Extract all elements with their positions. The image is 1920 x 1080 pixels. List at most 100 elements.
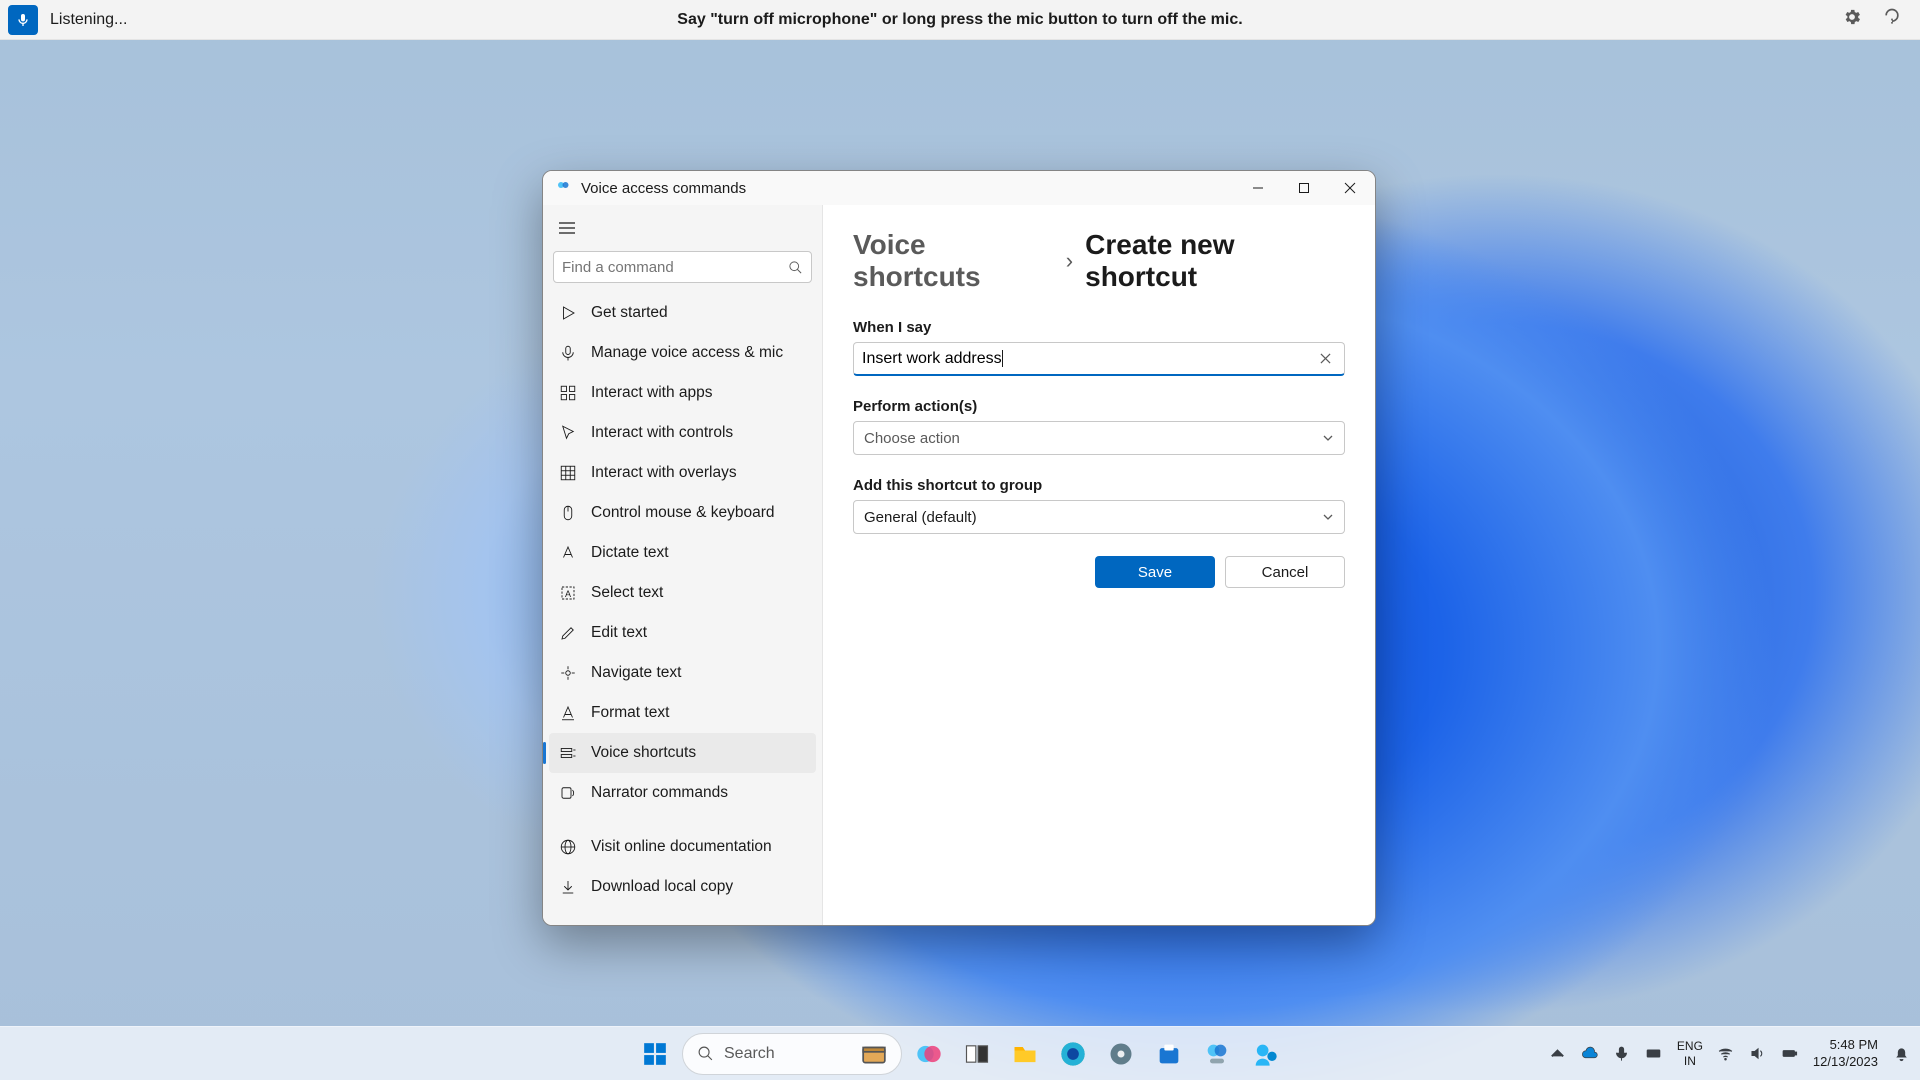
taskbar-store[interactable] <box>1148 1033 1190 1075</box>
tray-battery[interactable] <box>1781 1045 1799 1063</box>
tray-onedrive[interactable] <box>1581 1045 1599 1063</box>
taskbar-feedback[interactable] <box>1244 1033 1286 1075</box>
lang-secondary: IN <box>1677 1054 1703 1068</box>
tray-overflow[interactable] <box>1549 1045 1567 1063</box>
tray-volume[interactable] <box>1749 1045 1767 1063</box>
chevron-down-icon <box>1322 432 1334 444</box>
nav-label: Visit online documentation <box>591 838 772 856</box>
nav-interact-apps[interactable]: Interact with apps <box>549 373 816 413</box>
keyboard-icon <box>1645 1045 1662 1062</box>
group-select[interactable]: General (default) <box>853 500 1345 534</box>
group-value: General (default) <box>864 509 977 526</box>
cancel-button[interactable]: Cancel <box>1225 556 1345 588</box>
nav-download-copy[interactable]: Download local copy <box>549 867 816 907</box>
taskbar: Search ENG IN 5:48 PM <box>0 1026 1920 1080</box>
mic-icon <box>15 12 31 28</box>
search-icon <box>697 1045 714 1062</box>
nav-label: Get started <box>591 304 668 322</box>
taskbar-task-view[interactable] <box>956 1033 998 1075</box>
gear-icon <box>1107 1040 1135 1068</box>
group-label: Add this shortcut to group <box>853 477 1345 494</box>
nav-narrator-commands[interactable]: Narrator commands <box>549 773 816 813</box>
nav-label: Interact with overlays <box>591 464 737 482</box>
taskbar-settings[interactable] <box>1100 1033 1142 1075</box>
search-highlight-icon <box>861 1041 887 1067</box>
taskbar-explorer[interactable] <box>1004 1033 1046 1075</box>
nav-online-docs[interactable]: Visit online documentation <box>549 827 816 867</box>
copilot-icon <box>915 1040 943 1068</box>
taskbar-voice-access[interactable] <box>1196 1033 1238 1075</box>
nav-navigate-text[interactable]: Navigate text <box>549 653 816 693</box>
search-icon <box>788 260 803 275</box>
chevron-down-icon <box>1322 511 1334 523</box>
close-icon <box>1320 353 1331 364</box>
grid-icon <box>559 464 577 482</box>
clock-date: 12/13/2023 <box>1813 1054 1878 1070</box>
sidebar: Get started Manage voice access & mic In… <box>543 205 823 925</box>
format-icon <box>559 704 577 722</box>
titlebar[interactable]: Voice access commands <box>543 171 1375 205</box>
window-title: Voice access commands <box>581 180 746 197</box>
choose-action-placeholder: Choose action <box>864 430 960 447</box>
breadcrumb-link[interactable]: Voice shortcuts <box>853 229 1054 293</box>
nav-label: Narrator commands <box>591 784 728 802</box>
nav-voice-shortcuts[interactable]: Voice shortcuts <box>549 733 816 773</box>
save-button[interactable]: Save <box>1095 556 1215 588</box>
bell-icon <box>1893 1045 1910 1062</box>
nav-label: Navigate text <box>591 664 681 682</box>
command-search-input[interactable] <box>562 259 788 276</box>
taskbar-copilot[interactable] <box>908 1033 950 1075</box>
tray-clock[interactable]: 5:48 PM 12/13/2023 <box>1813 1037 1878 1070</box>
mic-toggle-button[interactable] <box>8 5 38 35</box>
voice-access-icon <box>1203 1040 1231 1068</box>
when-i-say-field[interactable]: Insert work address <box>853 342 1345 376</box>
close-icon <box>1344 182 1356 194</box>
shortcuts-icon <box>559 744 577 762</box>
mic-icon <box>1613 1045 1630 1062</box>
taskbar-search-placeholder: Search <box>724 1045 775 1063</box>
tray-wifi[interactable] <box>1717 1045 1735 1063</box>
mouse-icon <box>559 504 577 522</box>
mic-icon <box>559 344 577 362</box>
nav-dictate-text[interactable]: Dictate text <box>549 533 816 573</box>
cloud-icon <box>1581 1045 1598 1062</box>
choose-action-select[interactable]: Choose action <box>853 421 1345 455</box>
nav-mouse-keyboard[interactable]: Control mouse & keyboard <box>549 493 816 533</box>
nav-get-started[interactable]: Get started <box>549 293 816 333</box>
voice-settings-button[interactable] <box>1842 7 1862 32</box>
nav-select-text[interactable]: A Select text <box>549 573 816 613</box>
nav-manage-mic[interactable]: Manage voice access & mic <box>549 333 816 373</box>
hamburger-icon <box>559 222 575 234</box>
taskbar-edge[interactable] <box>1052 1033 1094 1075</box>
download-icon <box>559 878 577 896</box>
lang-primary: ENG <box>1677 1039 1703 1053</box>
tray-mic[interactable] <box>1613 1045 1631 1063</box>
feedback-icon <box>1251 1040 1279 1068</box>
minimize-button[interactable] <box>1235 171 1281 205</box>
main-panel: Voice shortcuts › Create new shortcut Wh… <box>823 205 1375 925</box>
apps-icon <box>559 384 577 402</box>
nav-label: Download local copy <box>591 878 733 896</box>
nav-edit-text[interactable]: Edit text <box>549 613 816 653</box>
voice-help-button[interactable] <box>1882 7 1902 32</box>
tray-input-indicator[interactable] <box>1645 1045 1663 1063</box>
clear-input-button[interactable] <box>1314 348 1336 370</box>
close-button[interactable] <box>1327 171 1373 205</box>
nav-format-text[interactable]: Format text <box>549 693 816 733</box>
nav-interact-controls[interactable]: Interact with controls <box>549 413 816 453</box>
breadcrumb: Voice shortcuts › Create new shortcut <box>853 229 1345 293</box>
voice-commands-window: Voice access commands <box>542 170 1376 926</box>
start-button[interactable] <box>634 1033 676 1075</box>
nav-label: Interact with controls <box>591 424 733 442</box>
command-search[interactable] <box>553 251 812 283</box>
taskbar-search[interactable]: Search <box>682 1033 902 1075</box>
maximize-button[interactable] <box>1281 171 1327 205</box>
tray-notifications[interactable] <box>1892 1045 1910 1063</box>
nav-label: Voice shortcuts <box>591 744 696 762</box>
perform-actions-label: Perform action(s) <box>853 398 1345 415</box>
store-icon <box>1155 1040 1183 1068</box>
nav-interact-overlays[interactable]: Interact with overlays <box>549 453 816 493</box>
when-i-say-label: When I say <box>853 319 1345 336</box>
tray-language[interactable]: ENG IN <box>1677 1039 1703 1068</box>
nav-toggle-button[interactable] <box>550 211 584 245</box>
